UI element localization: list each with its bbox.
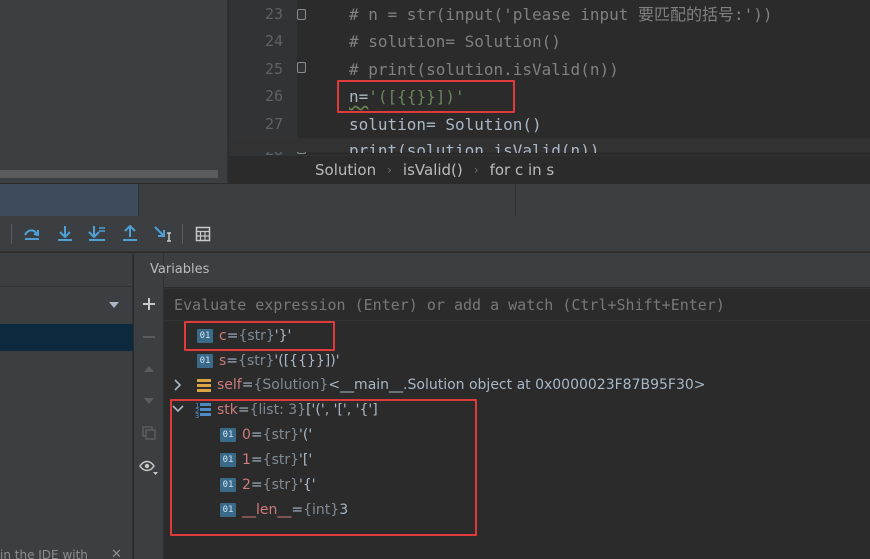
run-to-cursor-icon[interactable] [151, 222, 175, 246]
debug-tab-active[interactable] [0, 184, 138, 217]
variable-value: '([{{}}])' [274, 353, 340, 369]
watch-expression-input[interactable]: Evaluate expression (Enter) or add a wat… [165, 288, 870, 321]
variable-type: {Solution} [253, 377, 329, 393]
variable-type: {str} [238, 353, 275, 369]
breadcrumb: Solution › isValid() › for c in s [229, 155, 870, 183]
thread-selector[interactable] [0, 288, 133, 322]
copy-icon[interactable] [138, 422, 160, 444]
debugger-toolbar [0, 216, 870, 252]
breadcrumb-item[interactable]: isValid() [403, 161, 463, 179]
expand-arrow-icon[interactable] [174, 379, 182, 391]
fold-marker-icon[interactable] [297, 62, 306, 73]
add-watch-icon[interactable] [138, 293, 160, 315]
variable-value: <__main__.Solution object at 0x0000023F8… [328, 377, 706, 393]
variable-row-s[interactable]: 01 s = {str} '([{{}}])' [197, 350, 340, 372]
variables-title: Variables [150, 262, 210, 277]
watch-placeholder: Evaluate expression (Enter) or add a wat… [174, 296, 725, 314]
variable-name: self [217, 377, 242, 393]
code-line[interactable]: print(solution.isValid(n)) [349, 141, 599, 153]
toolbar-separator [11, 224, 12, 244]
primitive-icon: 01 [197, 354, 213, 368]
fold-marker-icon[interactable] [297, 9, 306, 20]
tab-divider [138, 184, 139, 217]
variables-header [164, 253, 870, 287]
move-down-icon[interactable] [138, 390, 160, 412]
selected-frame[interactable] [0, 324, 133, 351]
code-line[interactable]: # solution= Solution() [349, 32, 561, 52]
chevron-right-icon: › [387, 162, 392, 177]
step-out-icon[interactable] [118, 222, 142, 246]
chevron-down-icon [109, 302, 119, 308]
line-number: 23 [264, 5, 283, 23]
step-into-icon[interactable] [53, 222, 77, 246]
code-line[interactable]: # n = str(input('please input 要匹配的括号:')) [349, 5, 773, 25]
highlight-box [337, 80, 515, 113]
chevron-right-icon: › [473, 162, 479, 177]
frames-header-divider [0, 286, 133, 287]
code-line[interactable]: # print(solution.isValid(n)) [349, 60, 619, 80]
debug-tab-strip [0, 183, 870, 217]
object-icon [197, 378, 211, 392]
equals-sign: = [226, 353, 239, 369]
show-execution-point-icon[interactable] [20, 222, 44, 246]
breadcrumb-item[interactable]: Solution [315, 161, 376, 179]
variable-row-self[interactable]: self = {Solution} <__main__.Solution obj… [197, 374, 706, 396]
equals-sign: = [241, 377, 254, 393]
remove-watch-icon[interactable] [138, 326, 160, 348]
line-number: 24 [264, 32, 283, 50]
evaluate-expression-icon[interactable] [191, 222, 215, 246]
line-gutter: 23 24 25 26 27 28 [229, 0, 297, 159]
move-up-icon[interactable] [138, 358, 160, 380]
toolbar-separator [182, 224, 183, 244]
tab-divider [515, 184, 516, 217]
view-options-eye-icon[interactable] [138, 457, 160, 479]
notice-text: in the IDE with [0, 548, 88, 559]
line-number: 27 [264, 115, 283, 133]
highlight-box [184, 321, 335, 351]
line-number: 26 [264, 87, 283, 105]
force-step-into-icon[interactable] [85, 222, 109, 246]
highlight-box [170, 399, 477, 536]
horizontal-scrollbar[interactable] [0, 170, 218, 178]
breadcrumb-item[interactable]: for c in s [490, 161, 555, 179]
close-icon[interactable]: ✕ [111, 547, 122, 559]
variable-name: s [219, 353, 227, 369]
project-panel [0, 0, 228, 183]
code-line[interactable]: solution= Solution() [349, 115, 542, 135]
frames-panel: in the IDE with ✕ [0, 253, 133, 559]
ide-window: 23 24 25 26 27 28 # n = str(input('pleas… [0, 0, 870, 559]
line-number: 25 [264, 60, 283, 78]
